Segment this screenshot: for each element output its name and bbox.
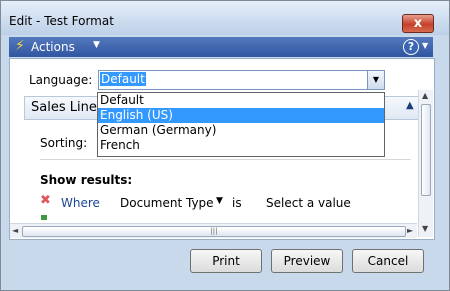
sorting-label: Sorting: xyxy=(40,136,88,150)
separator xyxy=(40,159,411,160)
chevron-down-icon[interactable]: ▼ xyxy=(93,40,100,50)
language-label: Language: xyxy=(29,73,93,87)
language-option-german[interactable]: German (Germany) xyxy=(98,123,384,138)
fasttab-title: Sales Line xyxy=(31,100,97,115)
close-icon: x xyxy=(413,16,423,31)
vertical-scroll-thumb[interactable] xyxy=(421,104,431,196)
chevron-up-icon[interactable]: ▲ xyxy=(406,100,414,111)
horizontal-scroll-thumb[interactable]: ||| xyxy=(22,226,406,237)
filter-operator: is xyxy=(232,196,242,210)
horizontal-scrollbar[interactable]: ◄ ||| ► xyxy=(10,223,417,238)
field-dropdown-icon[interactable]: ▼ xyxy=(216,196,223,206)
filter-field[interactable]: Document Type xyxy=(120,196,214,210)
remove-filter-icon[interactable]: ✖ xyxy=(40,194,52,207)
language-option-english-us[interactable]: English (US) xyxy=(98,108,384,123)
show-results-heading: Show results: xyxy=(40,173,133,187)
print-button[interactable]: Print xyxy=(190,249,262,273)
action-bar: ⚡ Actions ▼ ? ▼ xyxy=(9,37,433,57)
window-title: Edit - Test Format xyxy=(9,14,114,28)
cancel-button[interactable]: Cancel xyxy=(352,249,424,273)
button-bar: Print Preview Cancel xyxy=(9,241,433,281)
close-button[interactable]: x xyxy=(402,14,434,33)
add-filter-icon[interactable] xyxy=(41,215,47,220)
language-value[interactable]: Default xyxy=(100,72,146,86)
lightning-icon: ⚡ xyxy=(15,38,25,54)
language-dropdown-list: Default English (US) German (Germany) Fr… xyxy=(97,92,385,157)
language-option-default[interactable]: Default xyxy=(98,93,384,108)
where-link[interactable]: Where xyxy=(61,196,100,210)
scroll-down-icon[interactable]: ▼ xyxy=(422,224,428,233)
help-icon[interactable]: ? xyxy=(403,39,419,55)
language-combobox[interactable]: Default ▼ xyxy=(98,70,385,90)
combo-dropdown-arrow-icon[interactable]: ▼ xyxy=(367,71,384,89)
dialog-window: Edit - Test Format x ⚡ Actions ▼ ? ▼ Lan… xyxy=(0,0,450,291)
preview-button[interactable]: Preview xyxy=(271,249,343,273)
title-bar[interactable]: Edit - Test Format x xyxy=(1,1,449,35)
help-chevron-down-icon[interactable]: ▼ xyxy=(422,41,428,50)
language-option-french[interactable]: French xyxy=(98,138,384,153)
scroll-left-icon[interactable]: ◄ xyxy=(12,226,18,235)
vertical-scrollbar[interactable]: ▲ ▼ xyxy=(418,90,433,237)
filter-value-input[interactable]: Select a value xyxy=(266,196,351,210)
actions-menu[interactable]: Actions xyxy=(31,40,75,54)
scroll-right-icon[interactable]: ► xyxy=(407,226,413,235)
scroll-up-icon[interactable]: ▲ xyxy=(422,91,428,100)
